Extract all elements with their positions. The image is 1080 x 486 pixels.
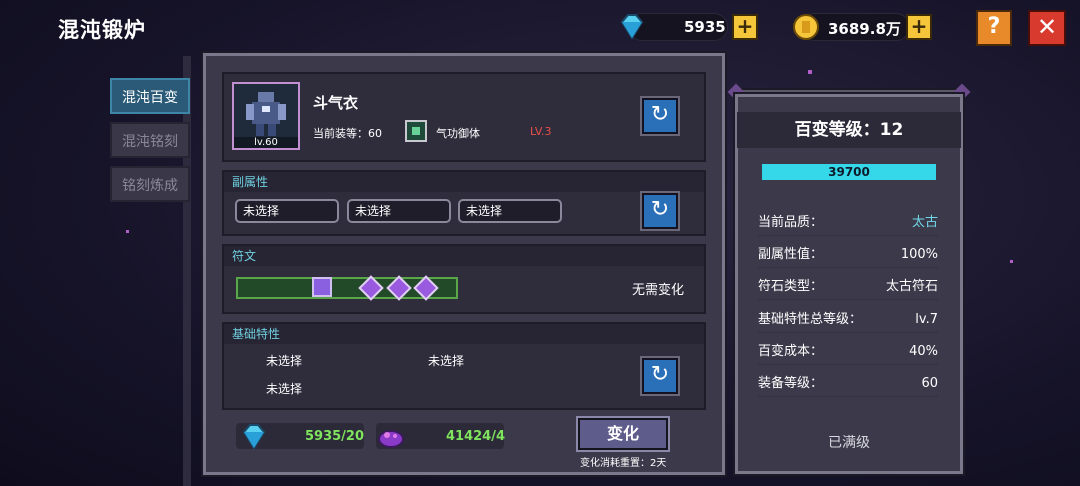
stat-label: 副属性值： xyxy=(758,247,824,262)
material-cost: 41424/4 xyxy=(446,429,506,444)
sub-attribute-header: 副属性 xyxy=(224,172,704,192)
stat-label: 百变成本： xyxy=(758,344,824,359)
gold-count: 3689.8万 xyxy=(828,20,901,38)
diamond-icon xyxy=(242,424,266,450)
refresh-equipment-button[interactable]: ↻ xyxy=(640,96,680,136)
rune-header: 符文 xyxy=(224,246,704,266)
stat-row-transform-cost: 百变成本： 40% xyxy=(758,339,938,365)
stat-label: 装备等级： xyxy=(758,376,824,391)
progress-value: 39700 xyxy=(828,165,870,179)
refresh-sub-attributes-button[interactable]: ↻ xyxy=(640,191,680,231)
close-button[interactable]: ✕ xyxy=(1028,10,1066,46)
star-decoration xyxy=(808,70,812,74)
skill-icon xyxy=(405,120,427,142)
tab-inscription-forge[interactable]: 铭刻炼成 xyxy=(110,166,190,202)
star-decoration xyxy=(1010,260,1013,263)
sub-attribute-slot-3[interactable]: 未选择 xyxy=(458,199,562,223)
star-decoration xyxy=(126,230,129,233)
base-trait-slot-1[interactable]: 未选择 xyxy=(266,352,302,369)
diamond-icon xyxy=(620,14,644,40)
stat-value: lv.7 xyxy=(915,312,938,327)
rune-status: 无需变化 xyxy=(632,283,685,298)
coin-icon xyxy=(793,14,819,40)
help-button[interactable]: ? xyxy=(976,10,1012,46)
stat-value: 太古 xyxy=(911,215,938,230)
sub-attribute-slot-1[interactable]: 未选择 xyxy=(235,199,339,223)
page-title: 混沌锻炉 xyxy=(58,18,146,42)
armor-icon xyxy=(246,92,286,136)
skill-name: 气功御体 xyxy=(436,127,480,140)
add-gems-button[interactable]: + xyxy=(732,14,758,40)
stat-label: 当前品质： xyxy=(758,215,824,230)
equipment-level-badge: lv.60 xyxy=(234,137,298,148)
tab-divider xyxy=(183,56,191,486)
skill-level: LV.3 xyxy=(530,125,552,138)
change-button[interactable]: 变化 xyxy=(576,416,670,452)
stat-row-rune-type: 符石类型： 太古符石 xyxy=(758,274,938,300)
tab-chaos-inscription[interactable]: 混沌铭刻 xyxy=(110,122,190,158)
base-trait-slot-3[interactable]: 未选择 xyxy=(266,380,302,397)
tab-chaos-transform[interactable]: 混沌百变 xyxy=(110,78,190,114)
stat-value: 40% xyxy=(909,344,938,359)
equipment-name: 斗气衣 xyxy=(313,94,359,112)
base-trait-slot-2[interactable]: 未选择 xyxy=(428,352,464,369)
stat-value: 60 xyxy=(921,376,938,391)
transform-progress-bar: 39700 xyxy=(762,164,936,180)
chaos-material-icon xyxy=(378,430,404,448)
refresh-base-traits-button[interactable]: ↻ xyxy=(640,356,680,396)
stat-label: 符石类型： xyxy=(758,279,824,294)
stat-row-base-trait-level: 基础特性总等级： lv.7 xyxy=(758,307,938,333)
max-level-text: 已满级 xyxy=(828,435,870,451)
equipment-slot[interactable]: lv.60 xyxy=(232,82,300,150)
transform-level-title: 百变等级：12 xyxy=(737,112,961,148)
equipment-current-level: 当前装等：60 xyxy=(313,127,382,140)
gem-count: 5935 xyxy=(684,18,726,36)
stat-row-quality: 当前品质： 太古 xyxy=(758,210,938,236)
stat-label: 基础特性总等级： xyxy=(758,312,863,327)
stat-row-sub-attribute: 副属性值： 100% xyxy=(758,242,938,268)
base-trait-header: 基础特性 xyxy=(224,324,704,344)
sub-attribute-slot-2[interactable]: 未选择 xyxy=(347,199,451,223)
stat-row-equipment-level: 装备等级： 60 xyxy=(758,371,938,397)
reset-note: 变化消耗重置：2天 xyxy=(580,458,667,469)
stat-value: 太古符石 xyxy=(885,279,938,294)
add-gold-button[interactable]: + xyxy=(906,14,932,40)
stat-value: 100% xyxy=(900,247,938,262)
gem-cost: 5935/20 xyxy=(305,429,365,444)
rune-slot-icon xyxy=(312,277,332,297)
